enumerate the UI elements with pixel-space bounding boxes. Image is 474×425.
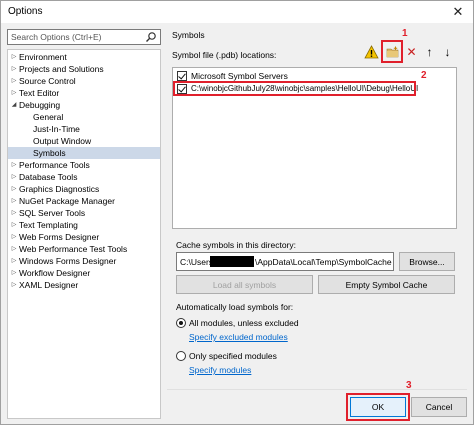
locations-label: Symbol file (.pdb) locations: bbox=[172, 50, 277, 60]
load-all-symbols-button[interactable]: Load all symbols bbox=[176, 275, 313, 294]
callout-box-ok bbox=[346, 393, 410, 421]
tree-item-graphics-diagnostics[interactable]: ▷ Graphics Diagnostics bbox=[8, 183, 160, 195]
collapsed-arrow-icon[interactable]: ▷ bbox=[10, 207, 18, 219]
tree-item-symbols[interactable]: Symbols bbox=[8, 147, 160, 159]
tree-item-debugging[interactable]: ◢ Debugging bbox=[8, 99, 160, 111]
tree-item-label: Web Performance Test Tools bbox=[19, 244, 128, 254]
collapsed-arrow-icon[interactable]: ▷ bbox=[10, 51, 18, 63]
search-placeholder: Search Options (Ctrl+E) bbox=[11, 32, 102, 42]
cache-label: Cache symbols in this directory: bbox=[176, 240, 296, 250]
tree-item-label: Text Editor bbox=[19, 88, 60, 98]
tree-item-label: Just-In-Time bbox=[33, 124, 80, 134]
collapsed-arrow-icon[interactable]: ▷ bbox=[10, 219, 18, 231]
warning-icon bbox=[363, 43, 380, 60]
tree-item-nuget-package-manager[interactable]: ▷ NuGet Package Manager bbox=[8, 195, 160, 207]
tree-item-text-editor[interactable]: ▷ Text Editor bbox=[8, 87, 160, 99]
checkbox-microsoft-symbol-servers[interactable] bbox=[177, 71, 187, 81]
collapsed-arrow-icon[interactable]: ▷ bbox=[10, 255, 18, 267]
tree-item-label: Text Templating bbox=[19, 220, 78, 230]
tree-item-output-window[interactable]: Output Window bbox=[8, 135, 160, 147]
delete-icon[interactable]: ✕ bbox=[403, 43, 420, 60]
tree-item-environment[interactable]: ▷ Environment bbox=[8, 51, 160, 63]
options-tree: ▷ Environment ▷ Projects and Solutions ▷ Sour… bbox=[7, 49, 161, 419]
callout-box-location bbox=[173, 81, 416, 96]
radio-only-specified[interactable] bbox=[176, 351, 186, 361]
tree-item-projects-and-solutions[interactable]: ▷ Projects and Solutions bbox=[8, 63, 160, 75]
close-icon[interactable]: ✕ bbox=[443, 1, 473, 23]
tree-item-web-performance-test-tools[interactable]: ▷ Web Performance Test Tools bbox=[8, 243, 160, 255]
tree-item-label: SQL Server Tools bbox=[19, 208, 86, 218]
search-options-input[interactable]: Search Options (Ctrl+E) bbox=[7, 29, 161, 45]
tree-item-label: Performance Tools bbox=[19, 160, 90, 170]
callout-box-add bbox=[381, 40, 403, 63]
collapsed-arrow-icon[interactable]: ▷ bbox=[10, 267, 18, 279]
tree-item-label: Workflow Designer bbox=[19, 268, 91, 278]
collapsed-arrow-icon[interactable]: ▷ bbox=[10, 195, 18, 207]
browse-button[interactable]: Browse... bbox=[399, 252, 455, 271]
tree-item-source-control[interactable]: ▷ Source Control bbox=[8, 75, 160, 87]
move-up-icon[interactable]: ↑ bbox=[421, 43, 438, 60]
tree-item-label: General bbox=[33, 112, 64, 122]
search-icon[interactable] bbox=[145, 31, 157, 43]
tree-item-text-templating[interactable]: ▷ Text Templating bbox=[8, 219, 160, 231]
tree-item-label: NuGet Package Manager bbox=[19, 196, 115, 206]
tree-item-sql-server-tools[interactable]: ▷ SQL Server Tools bbox=[8, 207, 160, 219]
collapsed-arrow-icon[interactable]: ▷ bbox=[10, 159, 18, 171]
tree-item-label: Output Window bbox=[33, 136, 92, 146]
tree-item-label: Graphics Diagnostics bbox=[19, 184, 100, 194]
tree-item-general[interactable]: General bbox=[8, 111, 160, 123]
specify-modules-link[interactable]: Specify modules bbox=[189, 365, 251, 375]
tree-item-web-forms-designer[interactable]: ▷ Web Forms Designer bbox=[8, 231, 160, 243]
radio-all-modules-label: All modules, unless excluded bbox=[189, 318, 299, 328]
tree-item-label: Projects and Solutions bbox=[19, 64, 104, 74]
collapsed-arrow-icon[interactable]: ▷ bbox=[10, 87, 18, 99]
collapsed-arrow-icon[interactable]: ▷ bbox=[10, 63, 18, 75]
collapsed-arrow-icon[interactable]: ▷ bbox=[10, 171, 18, 183]
tree-item-label: Database Tools bbox=[19, 172, 78, 182]
collapsed-arrow-icon[interactable]: ▷ bbox=[10, 243, 18, 255]
empty-symbol-cache-button[interactable]: Empty Symbol Cache bbox=[318, 275, 455, 294]
expanded-arrow-icon[interactable]: ◢ bbox=[10, 99, 18, 111]
location-label: Microsoft Symbol Servers bbox=[191, 71, 288, 81]
collapsed-arrow-icon[interactable]: ▷ bbox=[10, 231, 18, 243]
tree-item-label: Symbols bbox=[33, 148, 66, 158]
callout-3: 3 bbox=[406, 380, 412, 391]
tree-item-label: Environment bbox=[19, 52, 67, 62]
tree-item-label: Source Control bbox=[19, 76, 76, 86]
tree-item-database-tools[interactable]: ▷ Database Tools bbox=[8, 171, 160, 183]
options-dialog: Options ✕ Search Options (Ctrl+E) ▷ Envir… bbox=[0, 0, 474, 425]
collapsed-arrow-icon[interactable]: ▷ bbox=[10, 279, 18, 291]
cancel-button[interactable]: Cancel bbox=[411, 397, 467, 417]
radio-all-modules[interactable] bbox=[176, 318, 186, 328]
title-bar: Options ✕ bbox=[1, 1, 473, 23]
callout-2: 2 bbox=[421, 70, 427, 81]
tree-item-just-in-time[interactable]: Just-In-Time bbox=[8, 123, 160, 135]
specify-excluded-modules-link[interactable]: Specify excluded modules bbox=[189, 332, 288, 342]
tree-item-workflow-designer[interactable]: ▷ Workflow Designer bbox=[8, 267, 160, 279]
auto-load-label: Automatically load symbols for: bbox=[176, 302, 294, 312]
move-down-icon[interactable]: ↓ bbox=[439, 43, 456, 60]
tree-item-xaml-designer[interactable]: ▷ XAML Designer bbox=[8, 279, 160, 291]
cache-directory-input[interactable]: C:\Users\ \AppData\Local\Temp\SymbolCach… bbox=[176, 252, 394, 271]
window-title: Options bbox=[8, 6, 43, 17]
section-title: Symbols bbox=[172, 30, 205, 40]
tree-item-label: Windows Forms Designer bbox=[19, 256, 117, 266]
footer-separator bbox=[167, 389, 467, 390]
radio-only-specified-label: Only specified modules bbox=[189, 351, 277, 361]
tree-item-label: XAML Designer bbox=[19, 280, 79, 290]
cache-path-suffix: \AppData\Local\Temp\SymbolCache bbox=[255, 257, 392, 267]
tree-item-label: Debugging bbox=[19, 100, 61, 110]
collapsed-arrow-icon[interactable]: ▷ bbox=[10, 75, 18, 87]
tree-item-windows-forms-designer[interactable]: ▷ Windows Forms Designer bbox=[8, 255, 160, 267]
collapsed-arrow-icon[interactable]: ▷ bbox=[10, 183, 18, 195]
callout-1: 1 bbox=[402, 28, 408, 39]
tree-item-performance-tools[interactable]: ▷ Performance Tools bbox=[8, 159, 160, 171]
redacted-username bbox=[210, 256, 254, 267]
tree-item-label: Web Forms Designer bbox=[19, 232, 100, 242]
